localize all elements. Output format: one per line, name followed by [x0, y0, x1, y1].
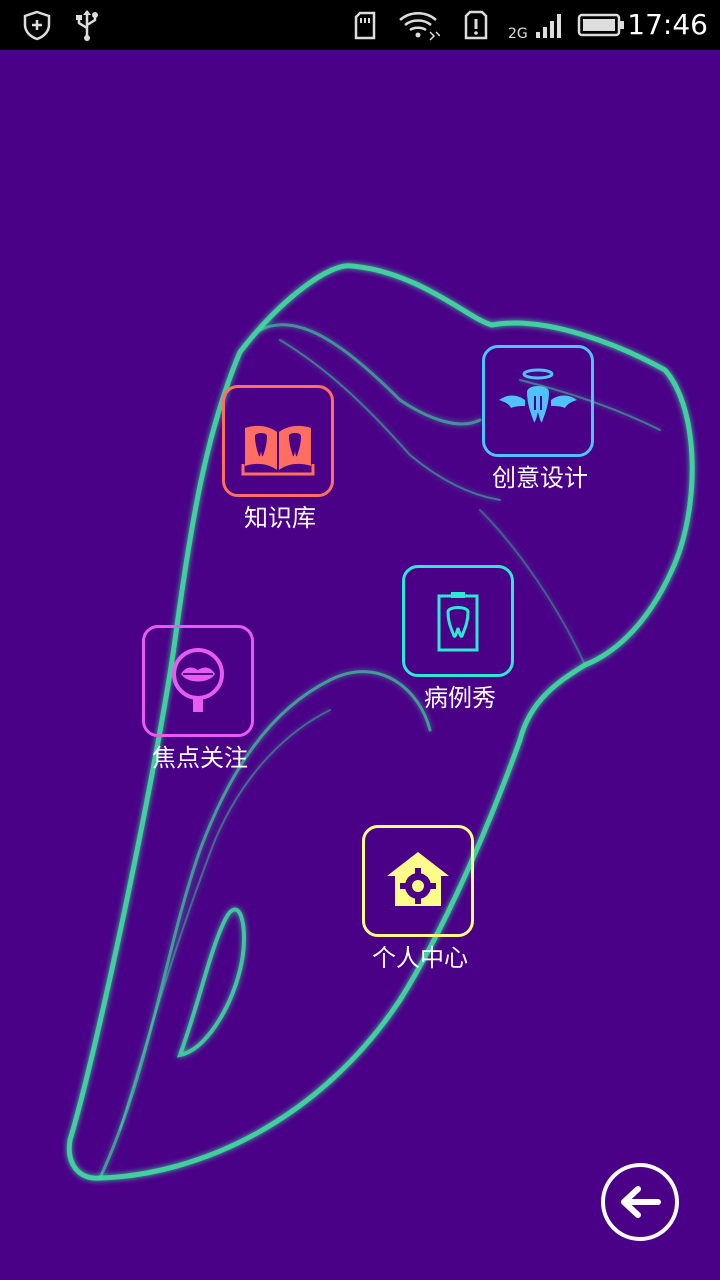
status-bar: 2G 17:46 [0, 0, 720, 50]
knowledge-base-label: 知识库 [244, 504, 316, 532]
back-button[interactable] [600, 1162, 680, 1242]
knowledge-base-icon-box[interactable] [222, 385, 334, 497]
battery-icon [577, 13, 624, 37]
focus-icon-box[interactable] [142, 625, 254, 737]
lips-magnifier-icon [172, 648, 224, 712]
creative-design-tile[interactable]: 创意设计 [480, 345, 600, 495]
creative-design-icon-box[interactable] [482, 345, 594, 457]
case-show-icon-box[interactable] [402, 565, 514, 677]
focus-tile[interactable]: 焦点关注 [140, 625, 260, 775]
sd-card-icon [354, 11, 376, 40]
signal-icon: 2G [508, 14, 561, 42]
case-show-tile[interactable]: 病例秀 [400, 565, 520, 715]
tooth-illustration [66, 263, 695, 1181]
personal-center-tile[interactable]: 个人中心 [360, 825, 480, 975]
creative-design-label: 创意设计 [492, 464, 588, 492]
sim-alert-icon [464, 10, 488, 40]
usb-icon [76, 10, 98, 41]
case-show-label: 病例秀 [424, 684, 496, 712]
home-gear-icon [387, 852, 449, 906]
tooth-book-icon [241, 425, 315, 476]
wifi-icon [399, 12, 440, 41]
personal-center-label: 个人中心 [372, 944, 468, 972]
knowledge-base-tile[interactable]: 知识库 [220, 385, 340, 535]
svg-text:2G: 2G [508, 26, 528, 42]
main-screen: 知识库 创意设计 病例秀 焦点关注 个人中心 [0, 50, 720, 1280]
shield-icon [23, 10, 51, 41]
winged-tooth-icon [499, 368, 577, 423]
back-arrow-icon [621, 1186, 661, 1218]
personal-center-icon-box[interactable] [362, 825, 474, 937]
focus-label: 焦点关注 [152, 744, 248, 772]
tooth-clipboard-icon [437, 592, 479, 652]
clock: 17:46 [627, 8, 708, 41]
